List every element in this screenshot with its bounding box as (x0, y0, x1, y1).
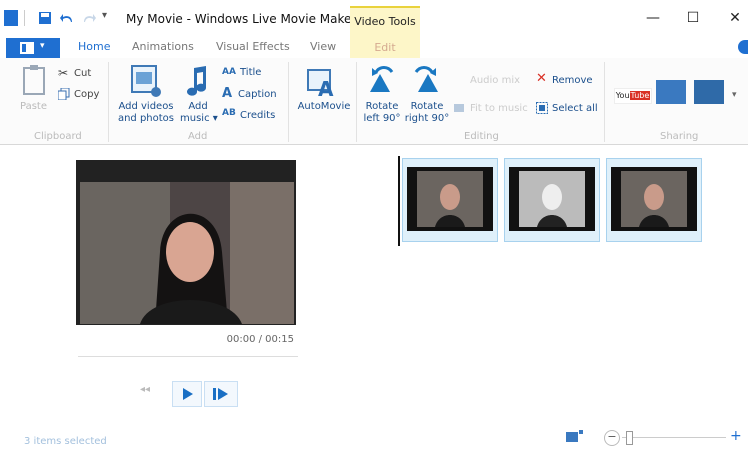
zoom-out-button[interactable]: − (604, 430, 620, 446)
group-label-sharing: Sharing (660, 131, 699, 142)
customize-quick-access-icon[interactable]: ▾ (102, 10, 107, 21)
video-tools-context-label: Video Tools (350, 6, 420, 40)
automovie-icon[interactable]: A (306, 66, 338, 98)
redo-icon[interactable] (82, 11, 96, 25)
rotate-left-icon[interactable] (366, 64, 396, 96)
time-readout: 00:00 / 00:15 (226, 334, 294, 345)
ribbon-separator (356, 62, 357, 142)
copy-button[interactable]: Copy (74, 89, 99, 100)
add-music-label[interactable]: Add music ▾ (180, 101, 218, 125)
seek-bar[interactable] (78, 356, 298, 363)
help-icon[interactable] (738, 40, 748, 54)
playhead[interactable] (398, 156, 400, 246)
paste-button-label[interactable]: Paste (20, 101, 47, 112)
window-title: My Movie - Windows Live Movie Maker (126, 12, 357, 26)
automovie-button[interactable]: AutoMovie (294, 101, 354, 113)
paste-icon[interactable] (22, 64, 48, 98)
rotate-right-line2: right 90° (404, 113, 450, 124)
minimize-button[interactable]: — (642, 8, 664, 28)
add-videos-line2: and photos (117, 113, 175, 124)
copy-icon[interactable] (58, 88, 70, 100)
scissors-icon[interactable]: ✂ (58, 66, 68, 80)
status-bar (0, 428, 748, 456)
add-videos-photos-icon[interactable] (130, 64, 162, 98)
storyboard-clip[interactable] (402, 158, 498, 242)
cut-button[interactable]: Cut (74, 68, 91, 79)
add-music-line1: Add (188, 101, 208, 112)
credits-icon[interactable]: AB (222, 108, 236, 118)
clip-thumbnail (509, 167, 595, 231)
remove-button[interactable]: Remove (552, 75, 593, 87)
play-icon (183, 388, 193, 400)
remove-icon[interactable]: ✕ (536, 71, 547, 86)
title-button[interactable]: Title (240, 67, 261, 79)
file-menu-button[interactable]: ▾ (6, 38, 60, 58)
group-label-add: Add (188, 131, 208, 142)
add-videos-photos-label[interactable]: Add videos and photos (114, 101, 178, 125)
chevron-down-icon: ▾ (40, 41, 45, 51)
rotate-left-line2: left 90° (363, 113, 401, 124)
rotate-right-line1: Rotate (410, 101, 444, 112)
audio-mix-button[interactable]: Audio mix (470, 75, 520, 86)
tab-visual-effects[interactable]: Visual Effects (216, 40, 290, 53)
title-divider (24, 10, 25, 26)
music-note-icon[interactable] (186, 64, 210, 98)
storyboard-view-icon[interactable] (566, 430, 584, 444)
ribbon-separator (604, 62, 605, 142)
tab-view[interactable]: View (310, 40, 336, 53)
tab-animations[interactable]: Animations (132, 40, 194, 53)
add-music-line2: music (180, 113, 210, 124)
clip-thumbnail (407, 167, 493, 231)
share-video-icon[interactable] (654, 78, 688, 108)
title-icon[interactable]: AA (222, 67, 236, 77)
ribbon-separator (108, 62, 109, 142)
youtube-share-icon[interactable]: YouTube (614, 88, 652, 104)
rotate-left-label[interactable]: Rotate left 90° (362, 101, 402, 125)
select-all-button[interactable]: Select all (552, 103, 598, 115)
fit-to-music-icon[interactable] (454, 102, 466, 114)
rotate-left-line1: Rotate (365, 101, 399, 112)
fit-to-music-button[interactable]: Fit to music (470, 103, 528, 114)
app-icon (4, 10, 18, 26)
status-text: 3 items selected (24, 436, 107, 447)
rotate-right-icon[interactable] (412, 64, 442, 96)
next-frame-icon (213, 388, 228, 400)
undo-icon[interactable] (60, 11, 74, 25)
ribbon-separator (288, 62, 289, 142)
svg-text:A: A (318, 77, 334, 98)
credits-button[interactable]: Credits (240, 110, 275, 122)
sharing-more-icon[interactable]: ▾ (732, 90, 737, 100)
file-menu-icon (20, 42, 34, 54)
save-icon[interactable] (38, 11, 52, 25)
clip-thumbnail (611, 167, 697, 231)
play-button[interactable] (172, 381, 202, 407)
storyboard-clip[interactable] (504, 158, 600, 242)
maximize-button[interactable]: ☐ (682, 8, 704, 28)
tab-home[interactable]: Home (78, 40, 110, 53)
group-label-editing: Editing (464, 131, 499, 142)
previous-frame-icon[interactable]: ◂◂ (140, 384, 150, 395)
rotate-right-label[interactable]: Rotate right 90° (404, 101, 450, 125)
video-preview-frame[interactable] (80, 182, 294, 324)
close-button[interactable]: ✕ (724, 8, 746, 28)
tab-edit[interactable]: Edit (350, 38, 420, 58)
zoom-in-button[interactable]: + (730, 428, 742, 444)
zoom-slider[interactable] (622, 437, 726, 438)
storyboard-clip[interactable] (606, 158, 702, 242)
caption-icon[interactable]: A (222, 86, 232, 101)
next-frame-button[interactable] (204, 381, 238, 407)
share-web-icon[interactable] (692, 78, 726, 108)
group-label-clipboard: Clipboard (34, 131, 82, 142)
add-videos-line1: Add videos (118, 101, 174, 112)
select-all-icon[interactable] (536, 102, 548, 114)
caption-button[interactable]: Caption (238, 89, 277, 101)
zoom-slider-thumb[interactable] (626, 431, 633, 445)
